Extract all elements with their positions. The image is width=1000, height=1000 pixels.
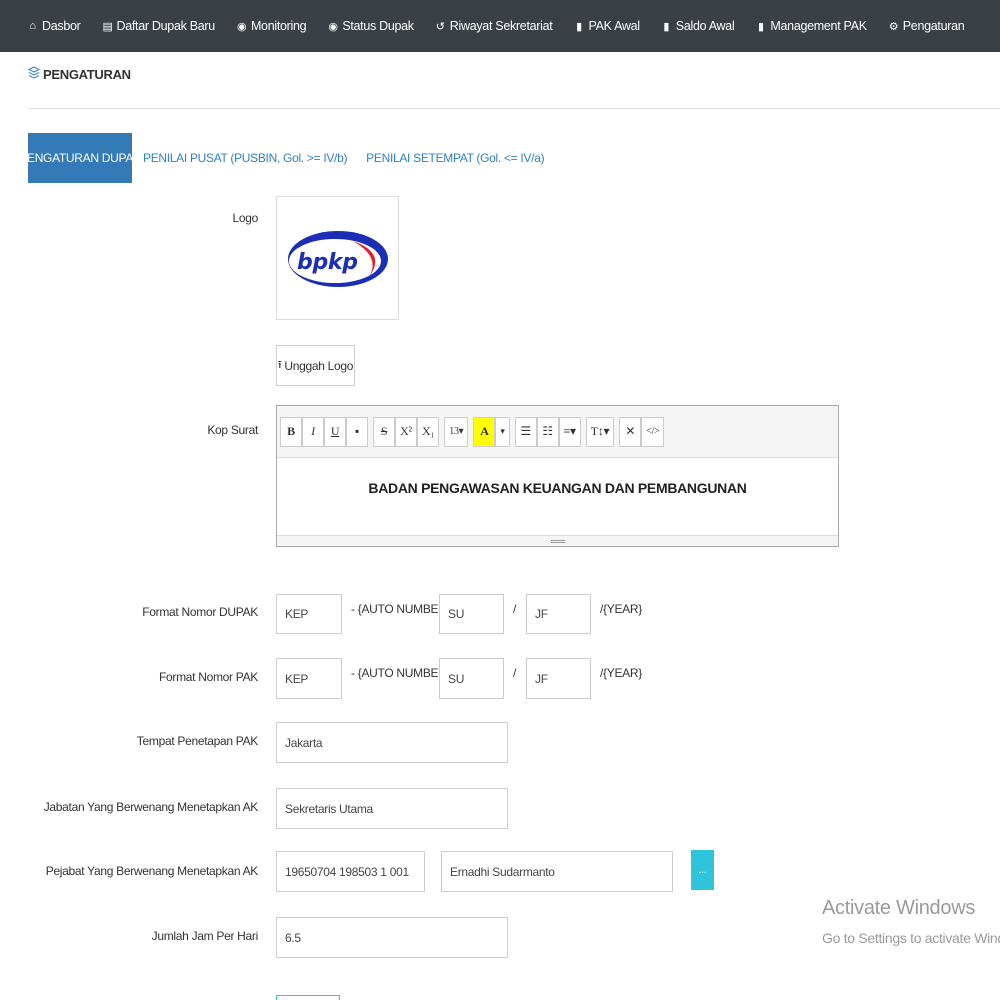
tab-pengaturan-dupak[interactable]: PENGATURAN DUPAK bbox=[19, 133, 141, 183]
pak-prefix-input[interactable]: KEP bbox=[276, 658, 342, 699]
font-size-dropdown[interactable]: 13▾ bbox=[444, 416, 469, 447]
jabatan-input[interactable]: Sekretaris Utama bbox=[276, 788, 508, 829]
tab-penilai-pusat[interactable]: PENILAI PUSAT (PUSBIN, Gol. >= IV/b) bbox=[132, 133, 356, 183]
nav-label: Management PAK bbox=[770, 19, 867, 33]
editor-toolbar: B I U ▪ S X² X₁ 13▾ A ▾ ☰ ☷ ≡▾ T↕▾ ✕ </> bbox=[277, 406, 838, 458]
pak-type-input[interactable]: JF bbox=[526, 658, 591, 699]
nav-item-status-dupak[interactable]: ◉ Status Dupak bbox=[328, 19, 414, 33]
nav-item-riwayat-sekretariat[interactable]: ↺ Riwayat Sekretariat bbox=[436, 19, 553, 33]
nav-label: Monitoring bbox=[250, 19, 307, 33]
format-dupak-label: Format Nomor DUPAK bbox=[142, 605, 258, 619]
editor-resize-handle[interactable] bbox=[277, 535, 838, 546]
pak-year-text: /{YEAR} bbox=[600, 666, 642, 680]
watermark-subtitle: Go to Settings to activate Windows. bbox=[822, 930, 1000, 946]
gear-icon: ⚙ bbox=[888, 20, 899, 33]
eraser-button[interactable]: ▪ bbox=[346, 416, 368, 447]
dupak-prefix-input[interactable]: KEP bbox=[276, 594, 342, 634]
nav-item-monitoring[interactable]: ◉ Monitoring bbox=[236, 19, 307, 33]
jam-per-hari-label: Jumlah Jam Per Hari bbox=[151, 929, 259, 943]
nav-item-pengaturan[interactable]: ⚙ Pengaturan bbox=[889, 19, 965, 33]
fullscreen-button[interactable]: ✕ bbox=[619, 416, 642, 447]
nav-item-daftar-dupak-baru[interactable]: ▤ Daftar Dupak Baru bbox=[102, 19, 216, 33]
italic-button[interactable]: I bbox=[302, 416, 324, 447]
watermark-title: Activate Windows bbox=[822, 897, 976, 919]
kop-surat-label: Kop Surat bbox=[207, 423, 258, 437]
bold-button[interactable]: B bbox=[280, 416, 302, 447]
activate-windows-watermark: Activate Windows Go to Settings to activ… bbox=[822, 897, 1000, 946]
color-dropdown[interactable]: ▾ bbox=[495, 416, 510, 447]
home-icon: ⌂ bbox=[29, 20, 36, 32]
dupak-unit-input[interactable]: SU bbox=[439, 594, 504, 634]
pejabat-nip-input[interactable]: 19650704 198503 1 001 bbox=[276, 851, 425, 892]
nav-label: Dasbor bbox=[42, 19, 81, 33]
strikethrough-button[interactable]: S bbox=[373, 416, 395, 447]
layers-icon bbox=[27, 66, 41, 82]
page-header: PENGATURAN bbox=[27, 66, 131, 82]
tab-penilai-setempat[interactable]: PENILAI SETEMPAT (Gol. <= IV/a) bbox=[356, 133, 553, 183]
paragraph-align-dropdown[interactable]: ≡▾ bbox=[558, 416, 581, 447]
nav-label: PAK Awal bbox=[588, 19, 640, 33]
jabatan-label: Jabatan Yang Berwenang Menetapkan AK bbox=[43, 800, 259, 814]
nav-item-management-pak[interactable]: ▮ Management PAK bbox=[756, 19, 867, 33]
pak-slash-text: / bbox=[513, 666, 517, 680]
underline-button[interactable]: U bbox=[324, 416, 346, 447]
top-navbar: ⌂ Dasbor ▤ Daftar Dupak Baru ◉ Monitoring ◉… bbox=[0, 0, 1000, 52]
line-height-dropdown[interactable]: T↕▾ bbox=[585, 416, 615, 447]
nav-label: Daftar Dupak Baru bbox=[116, 19, 216, 33]
eye-icon: ◉ bbox=[236, 20, 247, 33]
color-button[interactable]: A bbox=[473, 416, 496, 447]
nav-label: Saldo Awal bbox=[675, 19, 735, 33]
pak-unit-input[interactable]: SU bbox=[439, 658, 504, 699]
tempat-penetapan-label: Tempat Penetapan PAK bbox=[136, 734, 259, 748]
dupak-year-text: /{YEAR} bbox=[600, 602, 642, 616]
ordered-list-button[interactable]: ☷ bbox=[536, 416, 559, 447]
nav-item-dasbor[interactable]: ⌂ Dasbor bbox=[28, 19, 81, 33]
kop-surat-text: BADAN PENGAWASAN KEUANGAN DAN PEMBANGUNA… bbox=[368, 479, 747, 496]
nav-label: Riwayat Sekretariat bbox=[449, 19, 553, 33]
eye-icon: ◉ bbox=[328, 20, 338, 33]
history-icon: ↺ bbox=[435, 20, 445, 33]
list-icon: ▤ bbox=[102, 20, 113, 33]
kop-surat-editor: B I U ▪ S X² X₁ 13▾ A ▾ ☰ ☷ ≡▾ T↕▾ ✕ </>… bbox=[276, 405, 839, 547]
nav-item-saldo-awal[interactable]: ▮ Saldo Awal bbox=[662, 19, 735, 33]
save-button[interactable] bbox=[276, 995, 340, 1000]
format-pak-label: Format Nomor PAK bbox=[159, 670, 258, 684]
jam-per-hari-input[interactable]: 6.5 bbox=[276, 917, 508, 958]
file-icon: ▮ bbox=[758, 20, 764, 33]
logo-preview: bpkp bbox=[276, 196, 399, 320]
upload-icon: ⭱ bbox=[277, 359, 282, 371]
code-view-button[interactable]: </> bbox=[641, 416, 665, 447]
dupak-type-input[interactable]: JF bbox=[526, 594, 591, 634]
pejabat-lookup-button[interactable]: ... bbox=[691, 850, 714, 890]
editor-content[interactable]: BADAN PENGAWASAN KEUANGAN DAN PEMBANGUNA… bbox=[277, 458, 838, 535]
nav-label: Status Dupak bbox=[342, 19, 414, 33]
subscript-button[interactable]: X₁ bbox=[417, 416, 440, 447]
bpkp-logo-image: bpkp bbox=[287, 231, 388, 287]
logo-text: bpkp bbox=[297, 250, 358, 275]
upload-logo-label: Unggah Logo bbox=[284, 358, 354, 373]
file-icon: ▮ bbox=[576, 20, 582, 33]
nav-label: Pengaturan bbox=[902, 19, 965, 33]
upload-logo-button[interactable]: ⭱ Unggah Logo bbox=[276, 345, 355, 386]
dupak-slash-text: / bbox=[513, 602, 517, 616]
tempat-penetapan-input[interactable]: Jakarta bbox=[276, 722, 508, 763]
logo-label: Logo bbox=[232, 211, 259, 225]
pejabat-name-input[interactable]: Ernadhi Sudarmanto bbox=[441, 851, 673, 892]
page-title: PENGATURAN bbox=[43, 66, 131, 82]
nav-item-pak-awal[interactable]: ▮ PAK Awal bbox=[574, 19, 640, 33]
superscript-button[interactable]: X² bbox=[395, 416, 417, 447]
pejabat-label: Pejabat Yang Berwenang Menetapkan AK bbox=[45, 864, 259, 878]
file-icon: ▮ bbox=[663, 20, 670, 33]
settings-tabs: PENGATURAN DUPAK PENILAI PUSAT (PUSBIN, … bbox=[19, 133, 553, 183]
header-divider bbox=[28, 108, 1000, 109]
bullet-list-button[interactable]: ☰ bbox=[514, 416, 537, 447]
